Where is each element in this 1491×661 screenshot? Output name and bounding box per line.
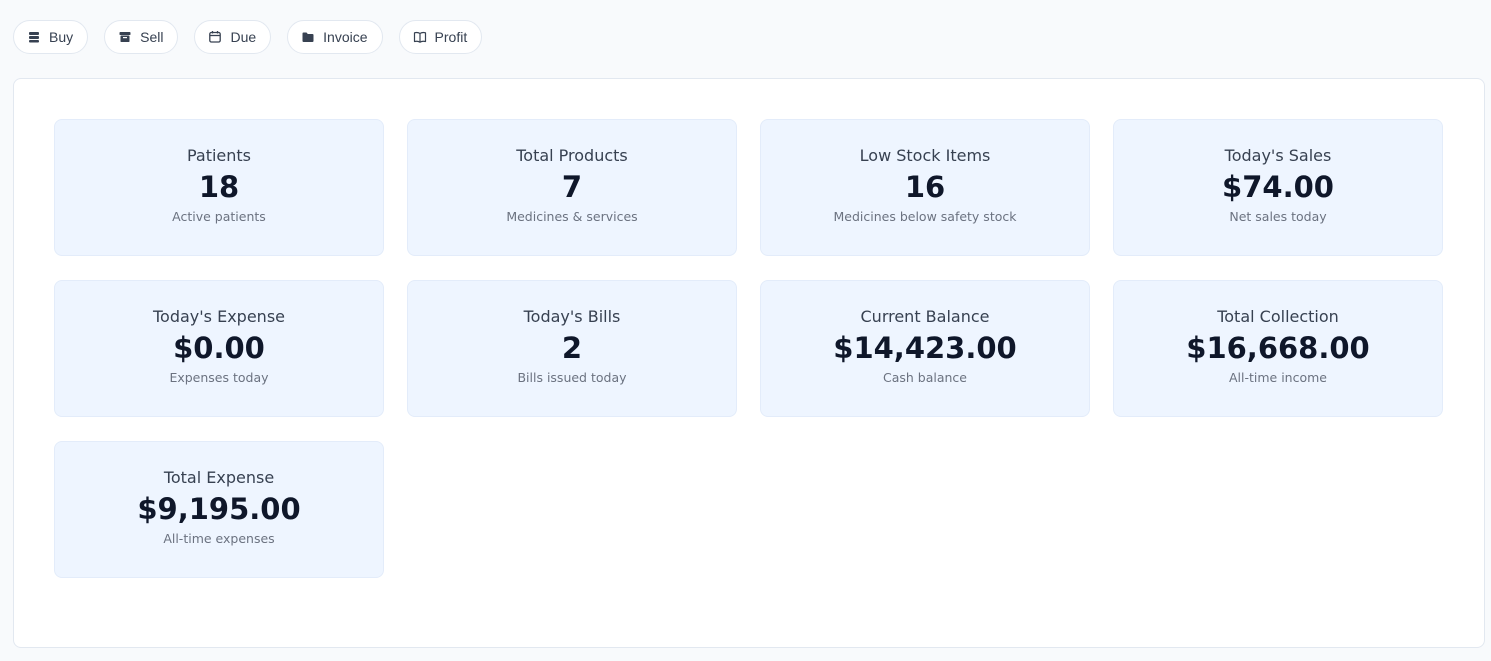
stat-value: $16,668.00 [1186, 331, 1370, 365]
due-button[interactable]: Due [194, 20, 272, 54]
stat-card-todays-expense: Today's Expense $0.00 Expenses today [54, 280, 384, 417]
stat-card-current-balance: Current Balance $14,423.00 Cash balance [760, 280, 1090, 417]
stat-subtitle: Bills issued today [517, 370, 627, 385]
stat-subtitle: All-time income [1228, 370, 1327, 385]
invoice-button[interactable]: Invoice [287, 20, 383, 54]
stat-label: Today's Bills [523, 307, 621, 326]
stat-subtitle: All-time expenses [163, 531, 275, 546]
stat-subtitle: Net sales today [1229, 209, 1327, 224]
stat-card-low-stock-items: Low Stock Items 16 Medicines below safet… [760, 119, 1090, 256]
stat-value: 2 [561, 331, 583, 365]
stat-subtitle: Expenses today [169, 370, 269, 385]
stats-grid: Patients 18 Active patients Total Produc… [54, 119, 1443, 578]
stat-label: Current Balance [860, 307, 990, 326]
sell-button[interactable]: Sell [104, 20, 179, 54]
due-button-label: Due [230, 29, 257, 45]
profit-button-label: Profit [434, 29, 468, 45]
stat-label: Total Collection [1217, 307, 1339, 326]
stat-label: Total Products [516, 146, 628, 165]
stat-card-todays-sales: Today's Sales $74.00 Net sales today [1113, 119, 1443, 256]
stat-value: $74.00 [1222, 170, 1334, 204]
sell-button-label: Sell [140, 29, 164, 45]
profit-button[interactable]: Profit [398, 20, 483, 54]
quick-action-toolbar: Buy Sell Due Invoice Profit [13, 20, 483, 54]
stat-value: $9,195.00 [137, 492, 301, 526]
stat-value: 18 [198, 170, 240, 204]
stat-subtitle: Cash balance [882, 370, 967, 385]
stat-subtitle: Active patients [172, 209, 266, 224]
stat-card-total-collection: Total Collection $16,668.00 All-time inc… [1113, 280, 1443, 417]
stat-label: Low Stock Items [859, 146, 991, 165]
stack-icon [27, 30, 41, 44]
stat-card-total-products: Total Products 7 Medicines & services [407, 119, 737, 256]
stat-label: Today's Sales [1224, 146, 1332, 165]
stat-label: Patients [186, 146, 252, 165]
stat-label: Total Expense [163, 468, 275, 487]
stat-value: 7 [561, 170, 583, 204]
dashboard-panel: Patients 18 Active patients Total Produc… [13, 78, 1485, 648]
stat-card-patients: Patients 18 Active patients [54, 119, 384, 256]
book-icon [413, 30, 427, 44]
archive-box-icon [118, 30, 132, 44]
stat-value: $0.00 [173, 331, 265, 365]
stat-value: $14,423.00 [833, 331, 1017, 365]
stat-subtitle: Medicines & services [506, 209, 638, 224]
stat-subtitle: Medicines below safety stock [833, 209, 1017, 224]
stat-card-total-expense: Total Expense $9,195.00 All-time expense… [54, 441, 384, 578]
stat-value: 16 [904, 170, 946, 204]
buy-button[interactable]: Buy [13, 20, 89, 54]
invoice-button-label: Invoice [323, 29, 368, 45]
buy-button-label: Buy [49, 29, 74, 45]
folder-icon [301, 30, 315, 44]
stat-label: Today's Expense [153, 307, 285, 326]
calendar-icon [208, 30, 222, 44]
stat-card-todays-bills: Today's Bills 2 Bills issued today [407, 280, 737, 417]
